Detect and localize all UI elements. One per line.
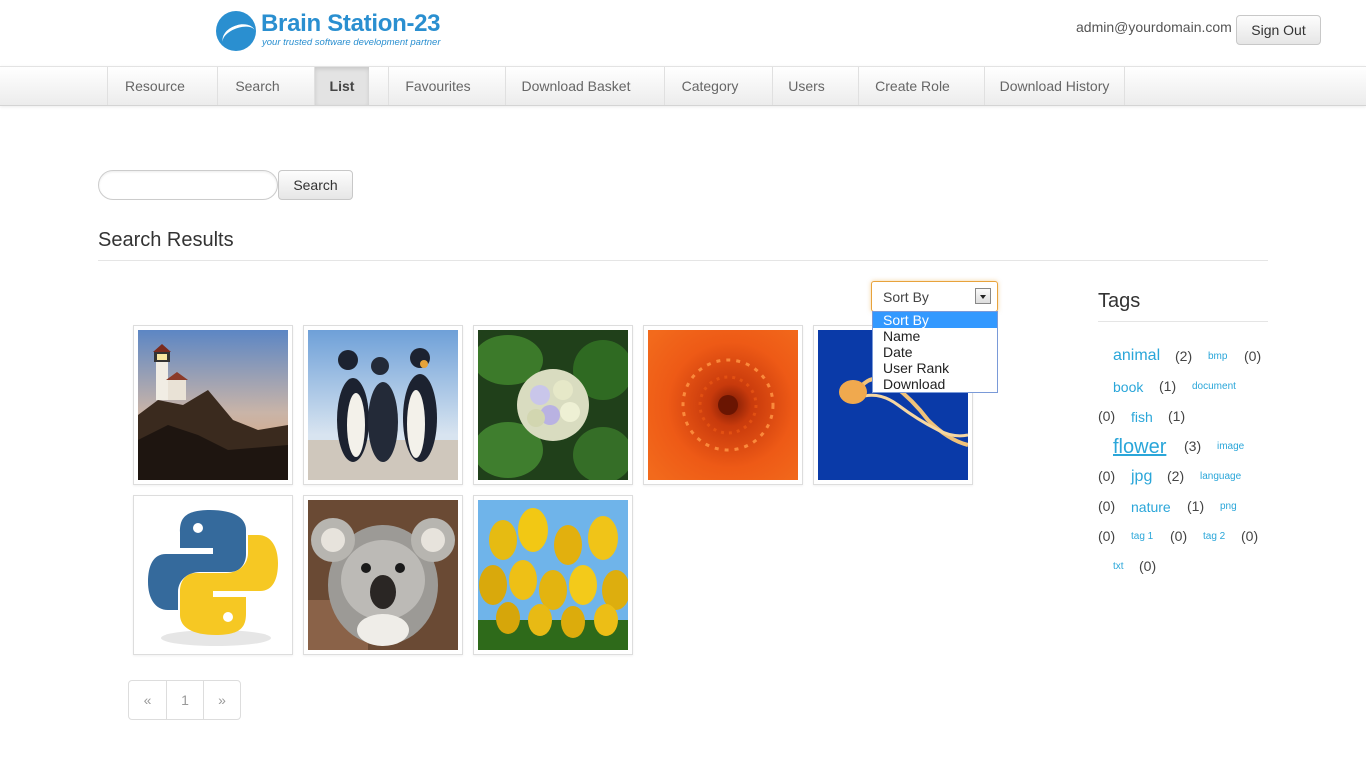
main-nav: Resource Search List Favourites Download… [0, 66, 1366, 106]
sort-option-user-rank[interactable]: User Rank [873, 360, 997, 376]
brand-tagline: your trusted software development partne… [262, 37, 441, 48]
chevron-down-icon[interactable] [975, 288, 991, 304]
sort-option-sort-by[interactable]: Sort By [873, 312, 997, 328]
tag-link[interactable]: nature [1131, 499, 1171, 515]
search-input[interactable] [98, 170, 278, 200]
tag-link[interactable]: tag 1 [1131, 531, 1153, 542]
image-tulips [478, 500, 628, 650]
thumbnail-penguins[interactable] [303, 325, 463, 485]
header: Brain Station-23 your trusted software d… [0, 0, 1366, 66]
sort-options-list: Sort By Name Date User Rank Download [872, 311, 998, 393]
nav-item-favourites[interactable]: Favourites [388, 67, 487, 105]
tag-count: (0) [1139, 558, 1157, 574]
sort-select-value: Sort By [883, 289, 929, 305]
nav-item-users[interactable]: Users [772, 67, 840, 105]
tag-link[interactable]: flower [1113, 436, 1166, 459]
divider [1098, 321, 1268, 322]
image-hydrangea [478, 330, 628, 480]
tag-count: (1) [1187, 498, 1205, 514]
tag-count: (0) [1098, 498, 1116, 514]
nav-item-list[interactable]: List [314, 67, 369, 105]
user-email: admin@yourdomain.com [1076, 19, 1232, 35]
pagination: « 1 » [128, 680, 241, 720]
thumbnail-hydrangea[interactable] [473, 325, 633, 485]
nav-item-download-history[interactable]: Download History [984, 67, 1125, 105]
logo-icon [216, 11, 256, 51]
brand-logo[interactable]: Brain Station-23 your trusted software d… [216, 10, 456, 54]
pagination-prev[interactable]: « [129, 681, 166, 719]
tag-count: (1) [1168, 408, 1186, 424]
brand-name: Brain Station-23 [261, 10, 441, 37]
image-python-logo [138, 500, 288, 650]
tag-link[interactable]: language [1200, 471, 1241, 482]
tag-link[interactable]: image [1217, 441, 1244, 452]
thumbnail-tulips[interactable] [473, 495, 633, 655]
tag-link[interactable]: book [1113, 379, 1143, 395]
divider [98, 260, 1268, 261]
sort-option-name[interactable]: Name [873, 328, 997, 344]
image-lighthouse [138, 330, 288, 480]
thumbnail-koala[interactable] [303, 495, 463, 655]
pagination-next[interactable]: » [203, 681, 240, 719]
tag-link[interactable]: tag 2 [1203, 531, 1225, 542]
tag-count: (2) [1175, 348, 1193, 364]
thumbnail-chrysanthemum[interactable] [643, 325, 803, 485]
sort-select[interactable]: Sort By [871, 281, 998, 312]
sort-option-date[interactable]: Date [873, 344, 997, 360]
tag-count: (1) [1159, 378, 1177, 394]
nav-item-download-basket[interactable]: Download Basket [505, 67, 646, 105]
tag-count: (3) [1184, 438, 1202, 454]
tag-count: (0) [1098, 528, 1116, 544]
sign-out-button[interactable]: Sign Out [1236, 15, 1321, 45]
tag-count: (0) [1170, 528, 1188, 544]
nav-item-create-role[interactable]: Create Role [858, 67, 966, 105]
sort-option-download[interactable]: Download [873, 376, 997, 392]
tag-link[interactable]: animal [1113, 347, 1160, 365]
nav-item-resource[interactable]: Resource [107, 67, 202, 105]
pagination-page[interactable]: 1 [166, 681, 203, 719]
tag-link[interactable]: document [1192, 381, 1236, 392]
tag-count: (0) [1098, 408, 1116, 424]
tag-link[interactable]: txt [1113, 561, 1124, 572]
tag-link[interactable]: fish [1131, 409, 1153, 425]
thumbnail-python-logo[interactable] [133, 495, 293, 655]
tags-heading: Tags [1098, 290, 1141, 312]
search-results-heading: Search Results [98, 229, 234, 251]
image-koala [308, 500, 458, 650]
tag-count: (0) [1241, 528, 1259, 544]
thumbnail-lighthouse[interactable] [133, 325, 293, 485]
tag-link[interactable]: jpg [1131, 468, 1152, 486]
tag-link[interactable]: png [1220, 501, 1237, 512]
nav-item-search[interactable]: Search [217, 67, 297, 105]
nav-item-category[interactable]: Category [664, 67, 755, 105]
tag-count: (0) [1244, 348, 1262, 364]
image-penguins [308, 330, 458, 480]
tag-link[interactable]: bmp [1208, 351, 1227, 362]
tag-count: (2) [1167, 468, 1185, 484]
image-chrysanthemum [648, 330, 798, 480]
search-button[interactable]: Search [278, 170, 353, 200]
tag-count: (0) [1098, 468, 1116, 484]
